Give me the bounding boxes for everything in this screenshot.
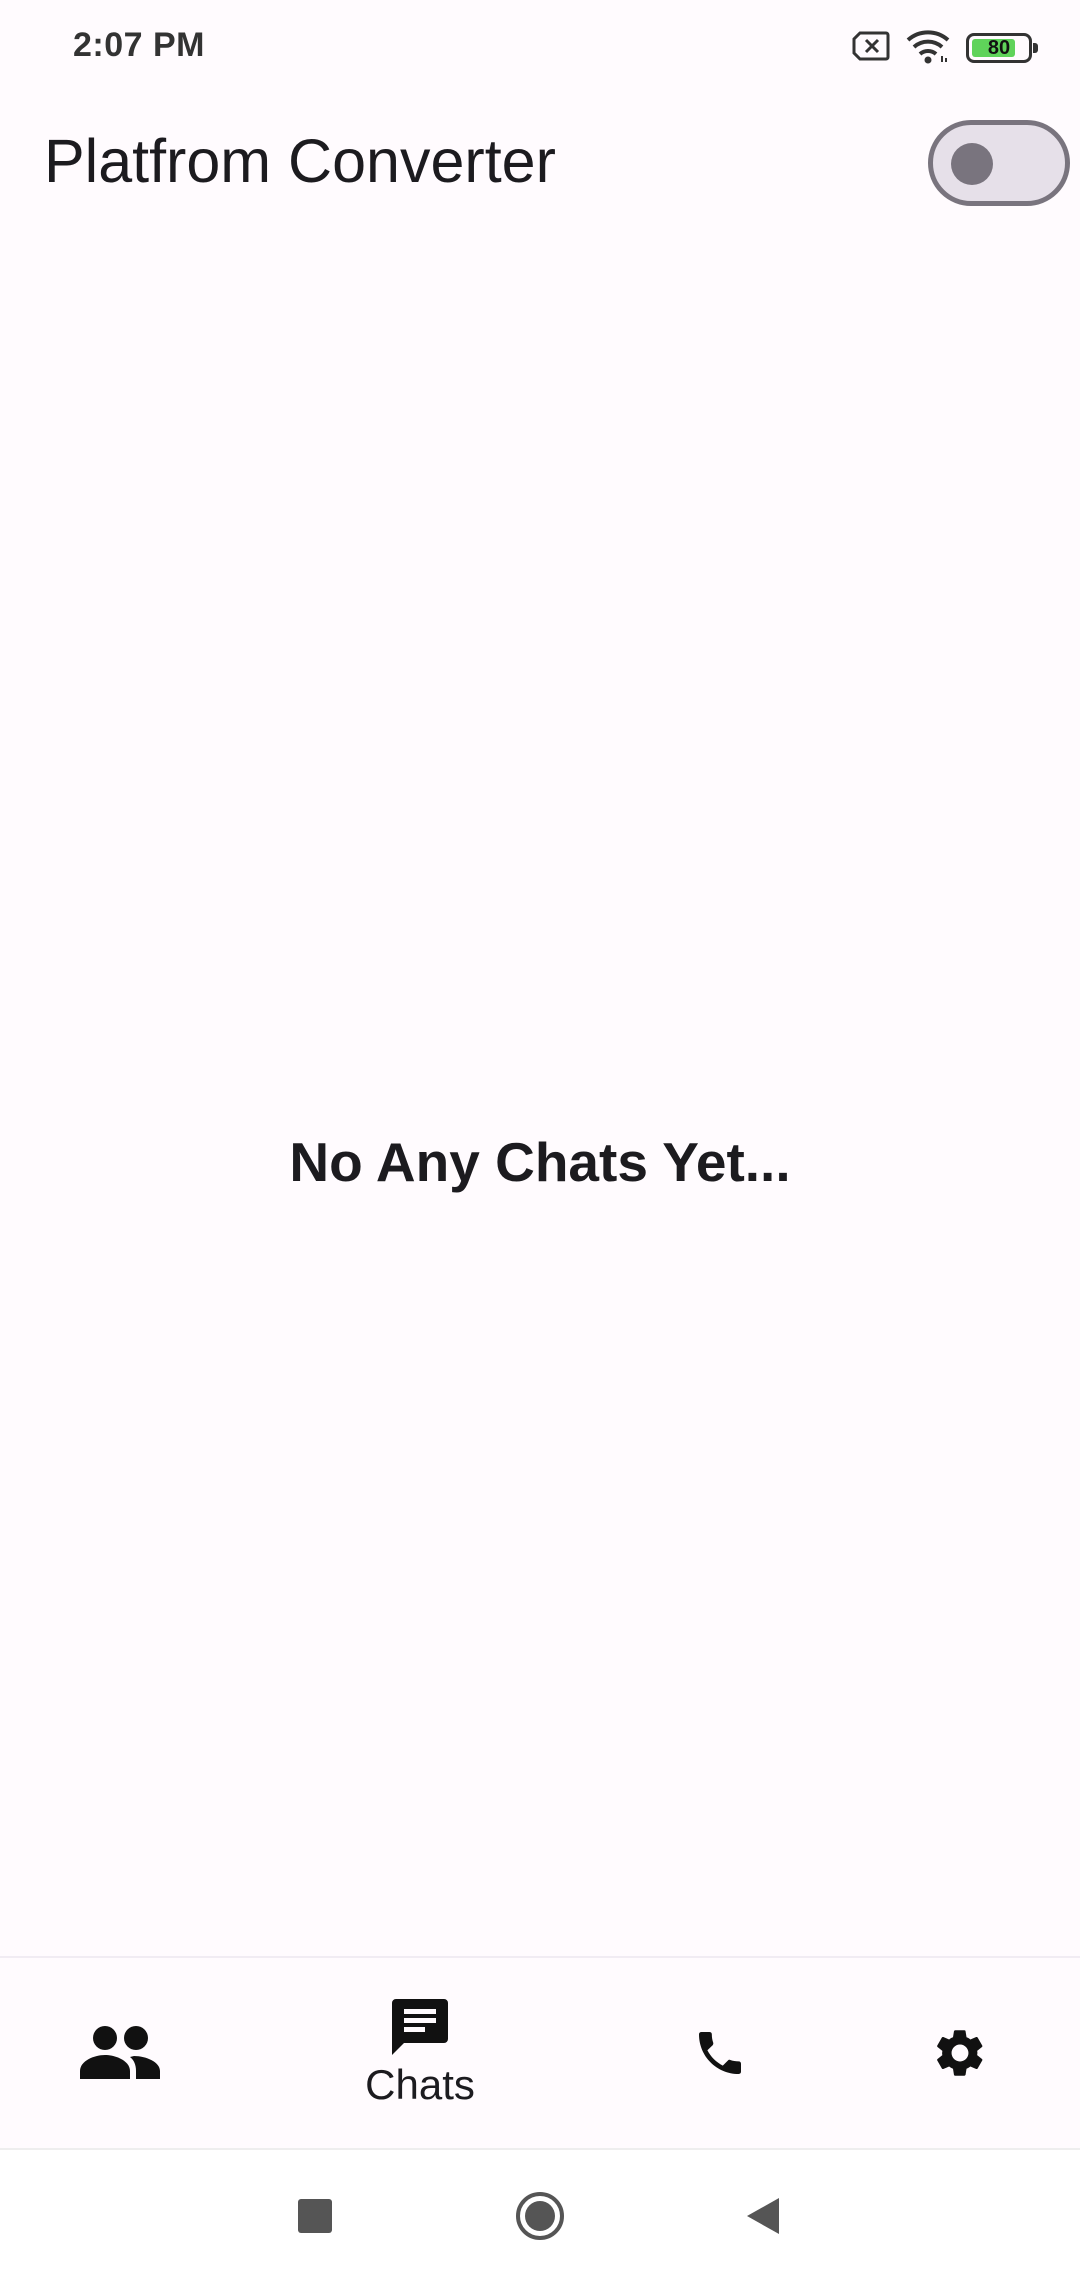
- recents-square-icon: [297, 2198, 333, 2239]
- app-bar: Platfrom Converter: [0, 96, 1080, 232]
- nav-item-chats[interactable]: Chats: [330, 1958, 510, 2148]
- bottom-navigation: Chats: [0, 1956, 1080, 2148]
- battery-tip: [1033, 43, 1038, 53]
- nav-item-people[interactable]: [30, 1958, 210, 2148]
- chat-list-area: No Any Chats Yet...: [0, 232, 1080, 1956]
- page-title: Platfrom Converter: [44, 127, 556, 195]
- wifi-icon: [906, 28, 950, 69]
- status-time: 2:07 PM: [73, 26, 205, 64]
- chat-icon: [390, 1997, 450, 2057]
- people-icon: [78, 2023, 162, 2083]
- settings-icon: [931, 2024, 989, 2082]
- recents-button[interactable]: [287, 2190, 343, 2246]
- empty-state-message: No Any Chats Yet...: [289, 1131, 791, 1193]
- back-triangle-icon: [743, 2196, 781, 2241]
- back-button[interactable]: [734, 2190, 790, 2246]
- home-circle-icon: [514, 2190, 566, 2247]
- status-icons: 80: [852, 28, 1038, 69]
- nav-label-chats: Chats: [365, 2061, 475, 2108]
- switch-thumb: [951, 143, 993, 185]
- battery-level: 80: [987, 37, 1011, 59]
- theme-toggle-switch[interactable]: [928, 120, 1070, 206]
- nav-item-settings[interactable]: [870, 1958, 1050, 2148]
- status-bar: 2:07 PM 80: [0, 0, 1080, 96]
- battery-icon: 80: [966, 33, 1038, 63]
- home-button[interactable]: [512, 2190, 568, 2246]
- nav-item-calls[interactable]: [630, 1958, 810, 2148]
- sim-card-x-icon: [852, 31, 890, 66]
- system-navigation-bar: [0, 2148, 1080, 2280]
- phone-icon: [692, 2025, 748, 2081]
